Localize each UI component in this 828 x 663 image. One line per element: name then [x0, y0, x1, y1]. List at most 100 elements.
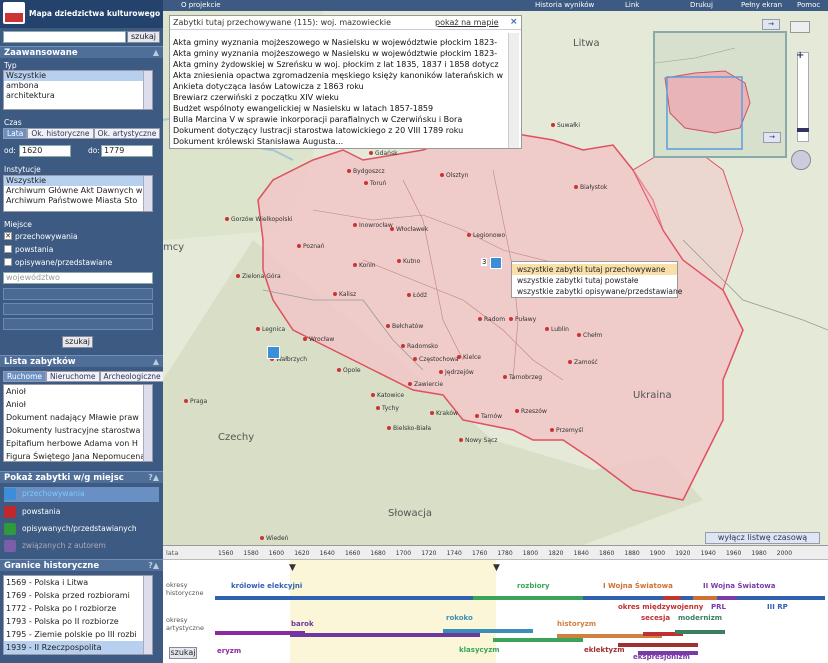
list-item[interactable]: Anioł	[4, 385, 152, 398]
period-label[interactable]: królowie elekcyjni	[231, 582, 302, 590]
period-bar[interactable]	[443, 629, 533, 633]
period-label[interactable]: klasycyzm	[459, 646, 500, 654]
list-item[interactable]: Bulla Marcina V w sprawie inkorporacji p…	[173, 114, 505, 125]
checkbox-created[interactable]	[4, 245, 12, 253]
period-bar[interactable]	[618, 643, 698, 647]
list-item[interactable]: 1793 - Polska po II rozbiorze	[4, 615, 152, 628]
period-label[interactable]: III RP	[767, 603, 788, 611]
advanced-header[interactable]: Zaawansowane ▲	[0, 46, 163, 58]
period-label[interactable]: barok	[291, 620, 314, 628]
tab-historical[interactable]: Ok. historyczne	[27, 128, 94, 139]
list-item[interactable]: Wszystkie	[4, 71, 152, 81]
list-item[interactable]: 1569 - Polska i Litwa	[4, 576, 152, 589]
list-item-selected[interactable]: 1939 - II Rzeczpospolita	[4, 641, 152, 654]
monument-marker-icon[interactable]	[490, 257, 502, 269]
fullscreen-button[interactable]: Pełny ekran	[741, 1, 782, 9]
close-icon[interactable]: ×	[510, 17, 518, 27]
search-input[interactable]	[3, 31, 126, 43]
legend-item-created[interactable]: powstania	[4, 505, 159, 520]
period-bar[interactable]	[493, 638, 583, 642]
period-label[interactable]: eklektyzm	[584, 646, 624, 654]
legend-item-author[interactable]: związanych z autorem	[4, 539, 159, 554]
list-item[interactable]: 1769 - Polska przed rozbiorami	[4, 589, 152, 602]
print-button[interactable]: Drukuj	[690, 1, 713, 9]
range-handle-start[interactable]: ▼	[289, 563, 296, 573]
link-button[interactable]: Link	[625, 1, 639, 9]
monument-list[interactable]: Anioł Anioł Dokument nadający Mławie pra…	[3, 384, 153, 462]
menu-item-stored[interactable]: wszystkie zabytki tutaj przechowywane	[512, 264, 677, 275]
range-handle-end[interactable]: ▼	[493, 563, 500, 573]
list-item[interactable]: Dokument dotyczący lustracji starostwa l…	[173, 125, 505, 136]
pan-control-icon[interactable]	[791, 150, 811, 170]
period-bar[interactable]	[290, 633, 480, 637]
to-year-input[interactable]: 1779	[101, 145, 153, 157]
layers-icon[interactable]	[790, 21, 810, 33]
period-label[interactable]: historyzm	[557, 620, 596, 628]
institutions-list[interactable]: Wszystkie Archiwum Główne Akt Dawnych w …	[3, 175, 153, 212]
zoom-handle[interactable]	[797, 128, 809, 132]
tab-years[interactable]: Lata	[3, 128, 28, 139]
tab-artistic[interactable]: Ok. artystyczne	[93, 128, 161, 139]
borders-header[interactable]: Granice historyczne ?▲	[0, 559, 163, 571]
scrollbar[interactable]	[143, 385, 152, 461]
collapse-icon[interactable]: →	[763, 132, 781, 143]
borders-list[interactable]: 1569 - Polska i Litwa 1769 - Polska prze…	[3, 575, 153, 655]
list-item[interactable]: Dokumenty lustracyjne starostwa	[4, 424, 152, 437]
zoom-in-icon[interactable]: +	[796, 50, 804, 61]
list-item[interactable]: 1795 - Ziemie polskie po III rozbi	[4, 628, 152, 641]
list-item[interactable]: Epitafium herbowe Adama von H	[4, 437, 152, 450]
advanced-search-button[interactable]: szukaj	[62, 336, 93, 348]
list-item[interactable]: Archiwum Główne Akt Dawnych w	[4, 186, 152, 196]
show-on-map-link[interactable]: pokaż na mapie	[435, 18, 499, 27]
list-item[interactable]: Ankieta dotycząca lasów Latowicza z 1863…	[173, 81, 505, 92]
search-button[interactable]: szukaj	[127, 31, 160, 43]
type-list[interactable]: Wszystkie ambona architektura	[3, 70, 153, 110]
from-year-input[interactable]: 1620	[19, 145, 71, 157]
popup-scrollbar[interactable]	[508, 33, 519, 148]
list-item[interactable]: Archiwum Państwowe Miasta Sto	[4, 196, 152, 206]
period-bar[interactable]	[719, 596, 737, 600]
scrollbar[interactable]	[143, 576, 152, 654]
period-bar[interactable]	[473, 596, 583, 600]
scrollbar[interactable]	[143, 71, 152, 109]
list-item[interactable]: Akta gminy wyznania mojżeszowego w Nasie…	[173, 37, 505, 48]
period-label[interactable]: eryzm	[217, 647, 241, 655]
list-header[interactable]: Lista zabytków ▲	[0, 355, 163, 367]
period-label[interactable]: rokoko	[446, 614, 473, 622]
period-bar[interactable]	[675, 630, 725, 634]
list-item[interactable]: architektura	[4, 91, 152, 101]
period-label[interactable]: ekspresjonizm	[633, 653, 690, 661]
period-label[interactable]: secesja	[641, 614, 670, 622]
tab-immovable[interactable]: Nieruchome	[46, 371, 100, 382]
list-item[interactable]: Akta gminy żydowskiej w Szreńsku w woj. …	[173, 59, 505, 70]
list-item[interactable]: Budżet wspólnoty ewangelickiej w Nasiels…	[173, 103, 505, 114]
period-label[interactable]: PRL	[711, 603, 726, 611]
legend-item-stored[interactable]: przechowywania	[4, 487, 159, 502]
checkbox-described[interactable]	[4, 258, 12, 266]
list-item[interactable]: Dokument nadający Mławie praw	[4, 411, 152, 424]
period-label[interactable]: okres międzywojenny	[618, 603, 703, 611]
list-item[interactable]: 1772 - Polska po I rozbiorze	[4, 602, 152, 615]
list-item[interactable]: Anioł	[4, 398, 152, 411]
list-item[interactable]: Brewiarz czerwiński z początku XIV wieku	[173, 92, 505, 103]
help-button[interactable]: Pomoc	[797, 1, 820, 9]
legend-item-described[interactable]: opisywanych/przedstawianych	[4, 522, 159, 537]
collapse-icon[interactable]: →	[762, 19, 780, 30]
timeline-search-button[interactable]: szukaj	[169, 647, 197, 659]
checkbox-stored[interactable]: ✕	[4, 232, 12, 240]
tab-archeological[interactable]: Archeologiczne	[99, 371, 163, 382]
tab-movable[interactable]: Ruchome	[3, 371, 47, 382]
list-item[interactable]: Akta zniesienia opactwa zgromadzenia męs…	[173, 70, 505, 81]
list-item[interactable]: Wszystkie	[4, 176, 152, 186]
menu-item-described[interactable]: wszystkie zabytki opisywane/przedstawian…	[512, 286, 682, 297]
monument-marker-icon[interactable]	[267, 346, 280, 359]
menu-item-created[interactable]: wszystkie zabytki tutaj powstałe	[512, 275, 677, 286]
period-label[interactable]: rozbiory	[517, 582, 550, 590]
history-link[interactable]: Historia wyników	[535, 1, 594, 9]
voivodeship-select[interactable]: województwo	[3, 272, 153, 284]
period-label[interactable]: modernizm	[678, 614, 722, 622]
period-bar[interactable]	[693, 596, 717, 600]
legend-header[interactable]: Pokaż zabytki w/g miejsc ?▲	[0, 471, 163, 483]
period-label[interactable]: II Wojna Światowa	[703, 582, 775, 590]
about-link[interactable]: O projekcie	[181, 1, 221, 9]
